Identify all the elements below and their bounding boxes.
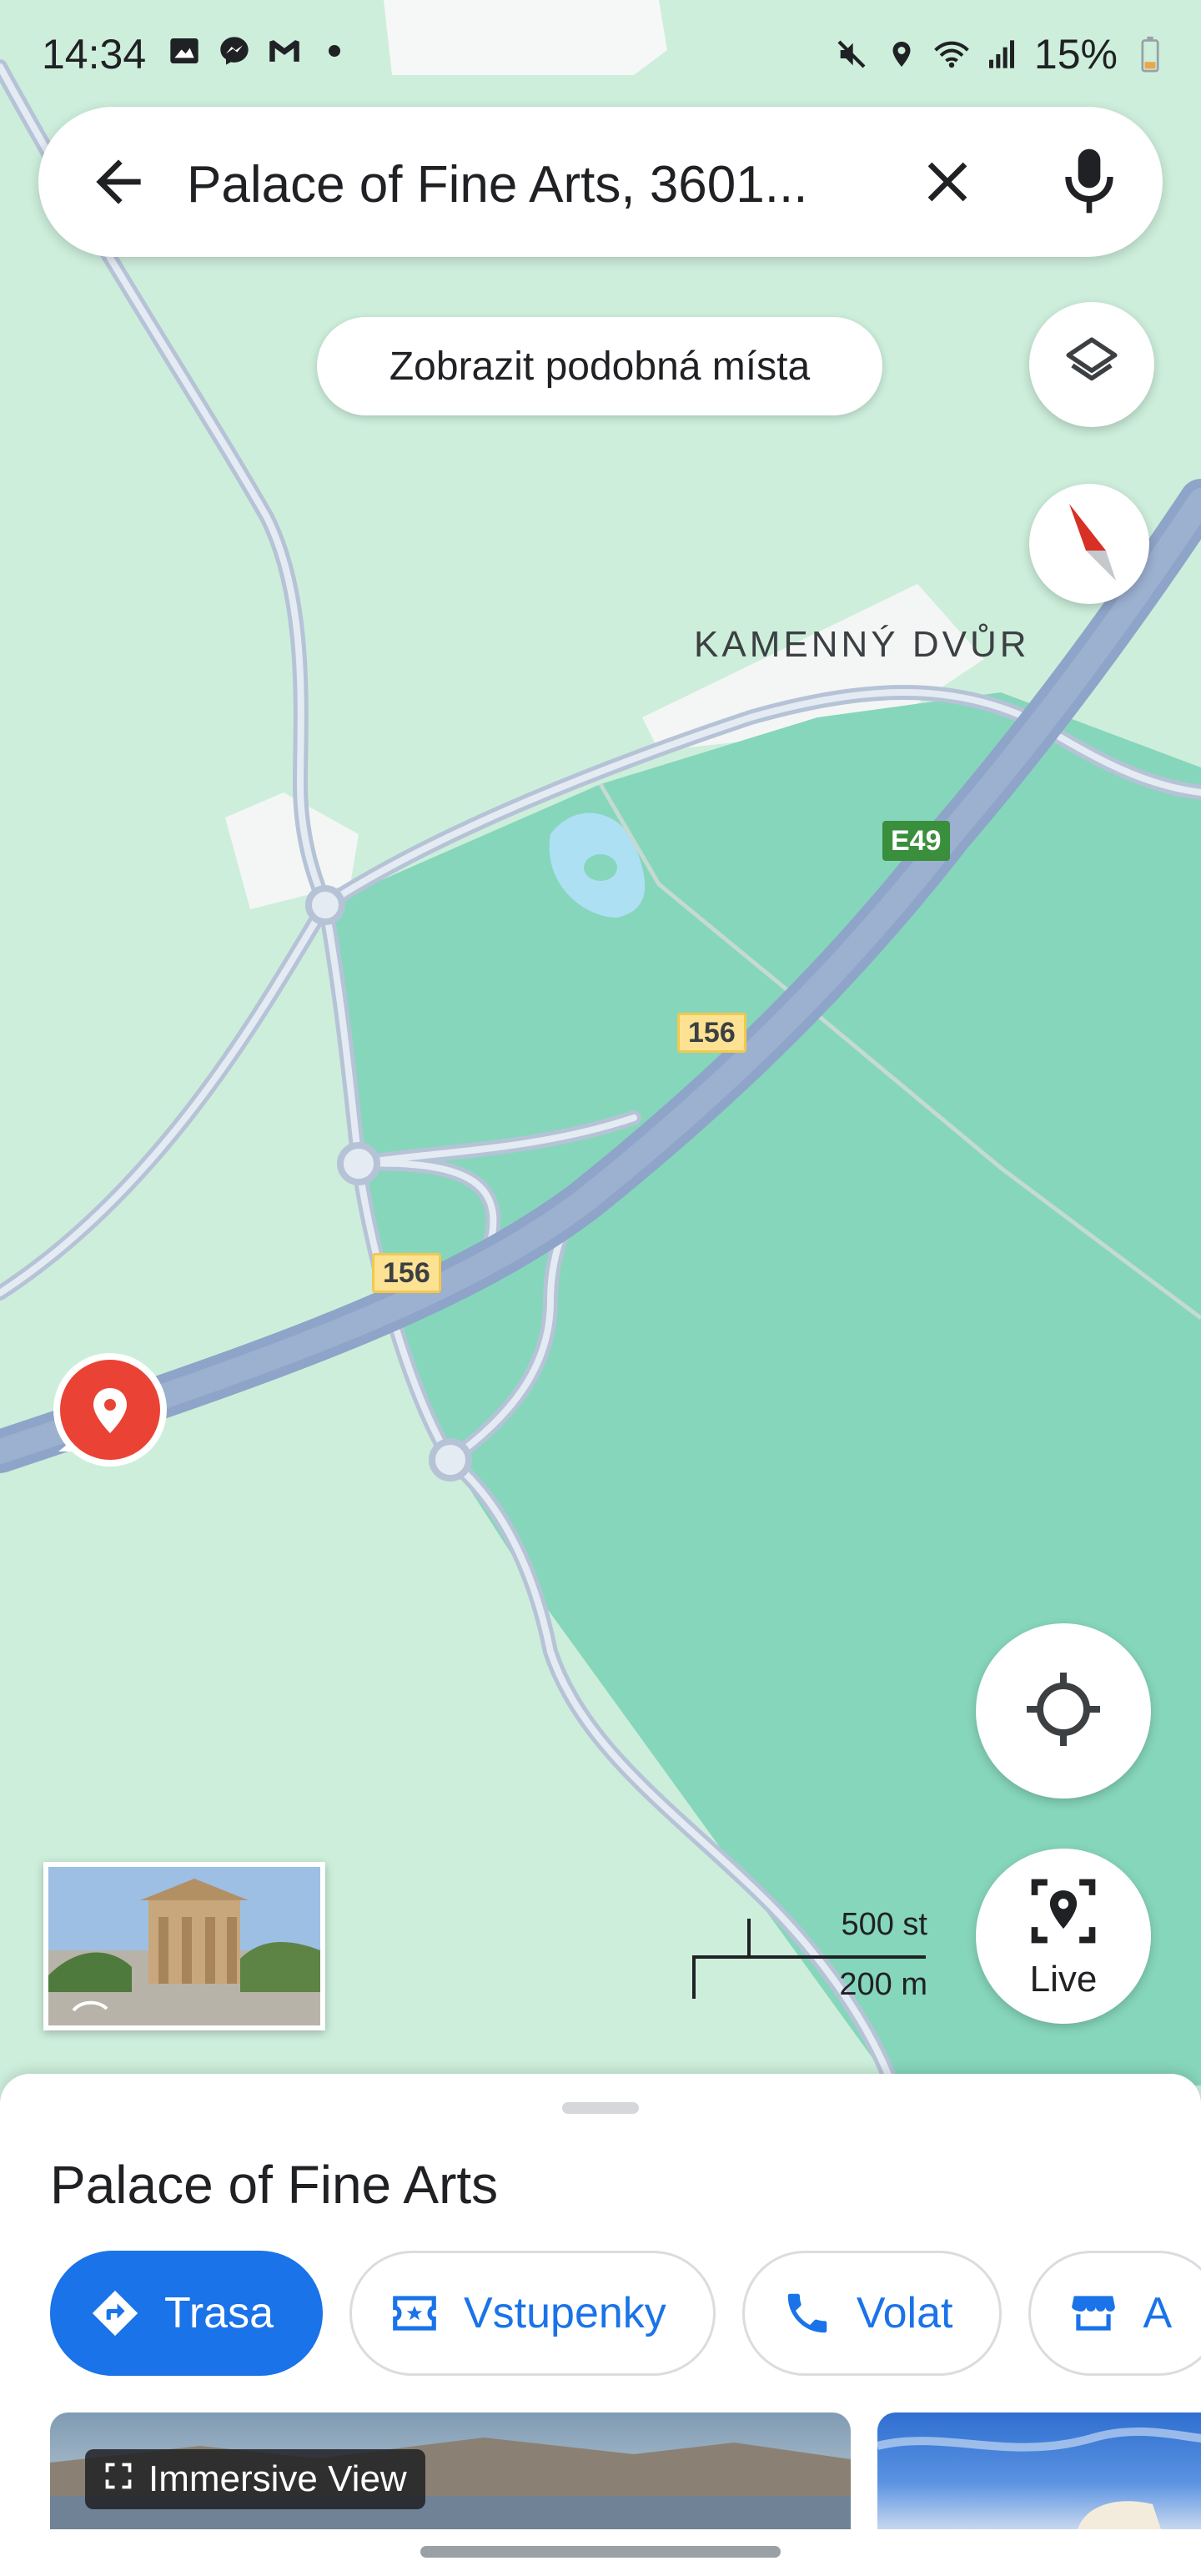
- close-icon[interactable]: [914, 148, 981, 215]
- road-shield-156: 156: [372, 1253, 441, 1293]
- immersive-view-label: Immersive View: [148, 2458, 407, 2499]
- location-icon: [884, 37, 919, 72]
- battery-icon: [1133, 36, 1168, 73]
- live-label: Live: [1029, 1958, 1098, 2000]
- gmail-icon: [267, 33, 302, 68]
- road-shield-156: 156: [677, 1013, 746, 1053]
- photo-card[interactable]: [877, 2412, 1201, 2529]
- similar-places-chip[interactable]: Zobrazit podobná místa: [317, 317, 882, 415]
- scale-imperial: 500 st: [841, 1907, 927, 1942]
- wifi-icon: [934, 37, 969, 72]
- directions-label: Trasa: [164, 2289, 274, 2337]
- tickets-button[interactable]: Vstupenky: [349, 2251, 716, 2376]
- microphone-icon[interactable]: [1056, 143, 1123, 219]
- mute-icon: [834, 37, 869, 72]
- more-action-label: A: [1143, 2289, 1173, 2337]
- store-icon: [1068, 2287, 1119, 2339]
- area-label: KAMENNÝ DVŮR: [694, 624, 1030, 665]
- place-title: Palace of Fine Arts: [50, 2155, 499, 2215]
- sheet-drag-handle[interactable]: [562, 2102, 639, 2114]
- call-label: Volat: [856, 2289, 953, 2337]
- map-scale: 500 st 200 m: [691, 1907, 932, 2002]
- signal-icon: [984, 37, 1019, 72]
- photo-card[interactable]: Immersive View: [50, 2412, 851, 2529]
- place-bottom-sheet[interactable]: Palace of Fine Arts Trasa Vstupenky Vola…: [0, 2074, 1201, 2576]
- compass-icon: [1056, 501, 1123, 588]
- street-view-thumbnail[interactable]: [43, 1862, 325, 2030]
- search-input[interactable]: Palace of Fine Arts, 3601...: [187, 155, 904, 214]
- search-bar[interactable]: Palace of Fine Arts, 3601...: [38, 107, 1163, 257]
- live-view-icon: [1025, 1873, 1102, 1954]
- gesture-nav-bar[interactable]: [420, 2546, 781, 2558]
- my-location-button[interactable]: [976, 1623, 1151, 1799]
- gallery-icon: [167, 33, 202, 68]
- immersive-view-badge[interactable]: Immersive View: [85, 2449, 425, 2509]
- call-button[interactable]: Volat: [741, 2251, 1003, 2376]
- directions-button[interactable]: Trasa: [50, 2251, 323, 2376]
- compass-button[interactable]: [1029, 484, 1149, 604]
- status-time: 14:34: [42, 31, 147, 78]
- photo-strip: Immersive View: [50, 2412, 1201, 2529]
- layers-button[interactable]: [1029, 302, 1154, 427]
- phone-icon: [781, 2287, 833, 2339]
- battery-percent: 15%: [1033, 31, 1118, 78]
- place-pin-icon[interactable]: [50, 1351, 175, 1477]
- directions-icon: [89, 2287, 141, 2339]
- fullscreen-icon: [103, 2458, 133, 2500]
- crosshair-icon: [1023, 1669, 1103, 1753]
- messenger-icon: [217, 33, 252, 68]
- live-view-button[interactable]: Live: [976, 1849, 1151, 2024]
- road-shield-e49: E49: [882, 821, 950, 861]
- action-chips: Trasa Vstupenky Volat A: [50, 2251, 1201, 2376]
- tickets-label: Vstupenky: [464, 2289, 666, 2337]
- layers-icon: [1061, 332, 1123, 398]
- more-action-button[interactable]: A: [1028, 2251, 1201, 2376]
- status-bar: 14:34 15%: [0, 0, 1201, 108]
- notification-dot-icon: [317, 33, 352, 68]
- ticket-icon: [389, 2287, 440, 2339]
- back-arrow-icon[interactable]: [85, 148, 152, 215]
- scale-metric: 200 m: [839, 1967, 927, 2002]
